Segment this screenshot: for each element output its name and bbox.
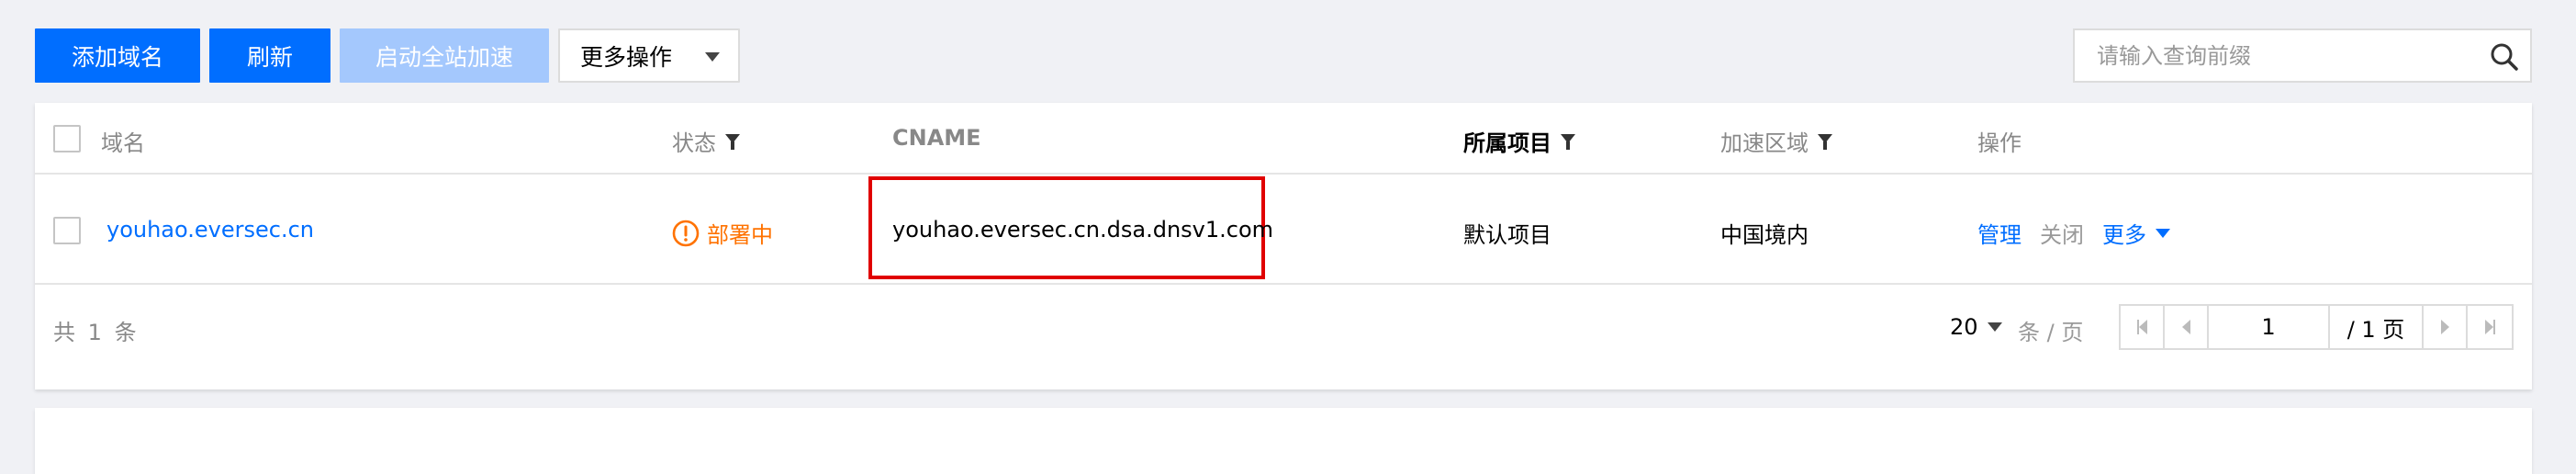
enable-full-site-button[interactable]: 启动全站加速 [340,28,549,83]
header-actions: 操作 [1977,130,2022,156]
page-number-input[interactable]: 1 [2207,304,2330,350]
row-checkbox[interactable] [53,217,81,244]
prev-page-button[interactable] [2163,304,2209,350]
page-size-unit: 条 / 页 [2018,320,2084,345]
secondary-card [35,408,2532,474]
last-page-icon [2484,320,2495,334]
search-input[interactable] [2095,41,2484,70]
total-prefix: 共 [53,320,75,345]
next-page-icon [2440,320,2449,334]
status-badge: 部署中 [672,217,773,249]
select-all-checkbox[interactable] [53,125,81,152]
total-pages-text: / 1 页 [2346,316,2405,343]
status-text: 部署中 [707,222,773,248]
header-status-label: 状态 [672,130,716,156]
first-page-button[interactable] [2119,304,2165,350]
search-icon[interactable] [2490,42,2519,75]
region-value: 中国境内 [1720,222,1809,248]
prev-page-icon [2181,320,2190,334]
cname-value: youhao.eversec.cn.dsa.dnsv1.com [892,217,1274,243]
search-box [2073,28,2532,83]
page-size-select[interactable]: 20 [1950,314,2002,340]
header-project[interactable]: 所属项目 [1463,125,1575,157]
total-number: 1 [87,320,102,345]
filter-icon[interactable] [1818,134,1832,150]
next-page-button[interactable] [2422,304,2468,350]
header-region[interactable]: 加速区域 [1720,125,1832,157]
refresh-button[interactable]: 刷新 [209,28,330,83]
more-actions-dropdown[interactable]: 更多操作 [558,28,740,83]
caret-down-icon [2156,228,2170,238]
caret-down-icon [1987,322,2002,332]
close-link[interactable]: 关闭 [2040,217,2084,249]
row-divider [35,283,2532,285]
header-divider [35,173,2532,175]
more-actions-label: 更多操作 [580,43,673,71]
more-link-label: 更多 [2102,222,2146,248]
domain-link[interactable]: youhao.eversec.cn [106,217,314,243]
header-project-label: 所属项目 [1463,130,1551,156]
manage-link[interactable]: 管理 [1977,217,2022,249]
more-link[interactable]: 更多 [2102,217,2170,249]
total-pages: / 1 页 [2328,304,2424,350]
header-domain: 域名 [101,130,145,156]
first-page-icon [2136,320,2147,334]
page-number-value: 1 [2261,314,2276,340]
exclamation-circle-icon [672,220,700,247]
filter-icon[interactable] [1561,134,1575,150]
add-domain-button[interactable]: 添加域名 [35,28,200,83]
filter-icon[interactable] [725,134,740,150]
total-count: 共 1 条 [53,314,137,346]
header-status[interactable]: 状态 [672,125,740,157]
header-region-label: 加速区域 [1720,130,1809,156]
header-cname: CNAME [892,125,981,151]
total-suffix: 条 [114,320,137,345]
page-size-value: 20 [1950,314,1978,340]
project-value: 默认项目 [1463,222,1551,248]
caret-down-icon [705,52,720,62]
last-page-button[interactable] [2466,304,2514,350]
